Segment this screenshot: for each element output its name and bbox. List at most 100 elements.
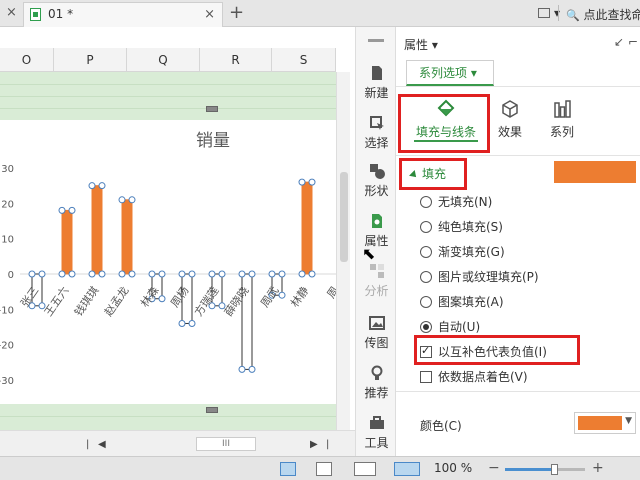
selection-handle [298, 178, 306, 186]
tab-close-icon[interactable]: × [204, 7, 215, 22]
tool-analysis-label: 分析 [364, 284, 389, 298]
option-solid-fill-label: 纯色填充(S) [438, 220, 503, 234]
window-control-icon[interactable]: ▾ [538, 6, 560, 20]
upload-image-icon [368, 316, 385, 330]
selection-handle [308, 178, 316, 186]
search-hint[interactable]: 🔍 点此查找命 [566, 6, 640, 23]
tab-bar: × 01 * × + ▾ 🔍 点此查找命 [0, 0, 640, 27]
option-solid-fill[interactable]: 纯色填充(S) [420, 218, 503, 235]
horizontal-scroll-bar[interactable]: | ◀ III ▶ | [0, 430, 355, 456]
chart-resize-handle-bottom[interactable] [206, 407, 218, 413]
option-gradient-fill[interactable]: 渐变填充(G) [420, 243, 505, 260]
option-no-fill[interactable]: 无填充(N) [420, 193, 492, 210]
selection-handle [158, 270, 166, 278]
column-header-p[interactable]: P [54, 48, 127, 72]
selection-handle [88, 270, 96, 278]
radio-solid-fill[interactable] [420, 221, 432, 233]
chart-resize-handle-top[interactable] [206, 106, 218, 112]
zoom-level[interactable]: 100 % [434, 461, 472, 475]
option-pattern-fill[interactable]: 图案填充(A) [420, 293, 504, 310]
selection-handle [88, 182, 96, 190]
column-header-o[interactable]: O [0, 48, 54, 72]
sales-chart[interactable]: 销量3020100-10-20-30张三王五六钱琪琪赵孟龙林森周杨方瑞莲薛晓晓周… [0, 120, 341, 410]
column-header-s[interactable]: S [272, 48, 336, 72]
category-label: 林静 [287, 284, 311, 310]
color-picker-swatch [578, 416, 622, 430]
search-hint-text: 点此查找命 [583, 8, 640, 22]
tool-tools[interactable]: 工具 [356, 415, 397, 451]
selection-handle [178, 319, 186, 327]
category-label: 周 [324, 284, 336, 300]
horizontal-scroll-thumb[interactable]: III [196, 437, 256, 451]
selection-handle [148, 270, 156, 278]
selection-handle [58, 206, 66, 214]
bar-2 [61, 209, 73, 275]
tool-shape[interactable]: 形状 [356, 163, 397, 199]
recommend-icon [371, 365, 382, 380]
color-label: 颜色(C) [420, 419, 462, 433]
zoom-in-icon[interactable]: + [592, 460, 604, 476]
y-tick-label: -20 [0, 341, 14, 352]
option-auto-fill[interactable]: 自动(U) [420, 318, 480, 335]
series-options-tab[interactable]: 系列选项 ▾ [406, 60, 494, 86]
selection-handle [68, 270, 76, 278]
selected-rows-band-bottom [0, 404, 336, 430]
radio-picture-fill[interactable] [420, 271, 432, 283]
option-picture-fill-label: 图片或纹理填充(P) [438, 270, 539, 284]
radio-gradient-fill[interactable] [420, 246, 432, 258]
document-tab[interactable]: 01 * × [23, 2, 223, 27]
panel-title[interactable]: 属性 ▾ [404, 36, 438, 53]
radio-no-fill[interactable] [420, 196, 432, 208]
zoom-slider[interactable] [505, 464, 585, 475]
tool-select-label: 选择 [364, 136, 389, 150]
chart-title: 销量 [196, 131, 230, 151]
option-gradient-fill-label: 渐变填充(G) [438, 245, 505, 259]
tool-select[interactable]: 选择 [356, 115, 397, 151]
radio-pattern-fill[interactable] [420, 296, 432, 308]
tool-shape-label: 形状 [364, 184, 389, 198]
option-vary-colors[interactable]: 依数据点着色(V) [420, 368, 528, 385]
panel-dock-icon[interactable]: ↙ ⌐ [614, 35, 638, 49]
radio-auto-fill[interactable] [420, 321, 432, 333]
checkbox-vary-colors[interactable] [420, 371, 432, 383]
selection-handle [118, 196, 126, 204]
bar-10 [301, 181, 313, 275]
scroll-right-icon[interactable]: ▶ [310, 439, 318, 450]
tool-recommend[interactable]: 推荐 [356, 365, 397, 401]
spreadsheet-area[interactable]: O P Q R S 销量3020100-10-20-30张三王五六钱琪琪赵孟龙林… [0, 48, 350, 430]
close-left-icon[interactable]: × [6, 5, 17, 20]
tab-effects[interactable]: 效果 [484, 99, 536, 140]
scroll-divider-icon: | [86, 439, 90, 450]
property-icon [371, 214, 382, 228]
option-picture-fill[interactable]: 图片或纹理填充(P) [420, 268, 539, 285]
mouse-cursor-icon: ⬉ [362, 244, 376, 263]
reading-mode-icon[interactable] [394, 462, 420, 476]
column-header-r[interactable]: R [200, 48, 272, 72]
color-picker[interactable]: ▼ [574, 412, 636, 434]
column-header-q[interactable]: Q [127, 48, 200, 72]
tool-analysis[interactable]: 分析 [356, 263, 397, 299]
scroll-left-icon[interactable]: ◀ [98, 439, 106, 450]
shape-icon [369, 164, 385, 179]
layout-view-icon[interactable] [354, 462, 376, 476]
chevron-down-icon: ▼ [625, 416, 632, 426]
tool-upload-image[interactable]: 传图 [356, 315, 397, 351]
vertical-scrollbar[interactable] [336, 72, 350, 430]
selected-rows-band-top [0, 72, 336, 120]
spreadsheet-doc-icon [30, 8, 41, 21]
zoom-out-icon[interactable]: − [488, 460, 500, 476]
fill-color-preview[interactable] [554, 161, 636, 183]
chart-area[interactable]: 销量3020100-10-20-30张三王五六钱琪琪赵孟龙林森周杨方瑞莲薛晓晓周… [0, 120, 341, 410]
collapse-strip-icon[interactable] [368, 39, 384, 42]
tool-new[interactable]: 新建 [356, 65, 397, 101]
cube-icon [502, 100, 518, 118]
normal-view-icon[interactable] [280, 462, 296, 476]
bar-4 [121, 199, 133, 275]
tab-series[interactable]: 系列 [536, 99, 588, 140]
selection-handle [28, 270, 36, 278]
page-break-view-icon[interactable] [316, 462, 332, 476]
zoom-slider-knob[interactable] [551, 464, 558, 475]
vertical-scroll-thumb[interactable] [340, 172, 348, 262]
new-tab-icon[interactable]: + [229, 2, 244, 23]
tool-upload-image-label: 传图 [364, 336, 389, 350]
